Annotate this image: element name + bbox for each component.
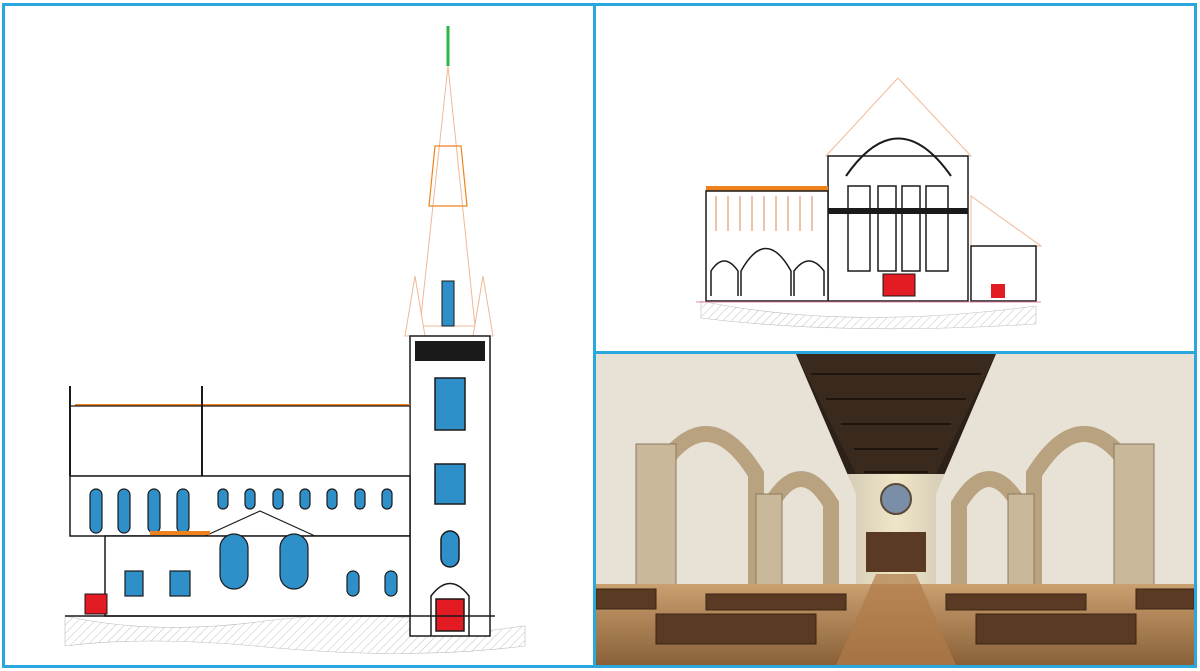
section-panel	[593, 3, 1197, 354]
church-elevation-drawing-icon	[64, 26, 526, 654]
church-section-drawing-icon	[696, 77, 1043, 330]
interior-panel	[593, 351, 1197, 668]
church-interior-photo-icon	[596, 354, 1194, 665]
elevation-panel	[2, 3, 596, 668]
